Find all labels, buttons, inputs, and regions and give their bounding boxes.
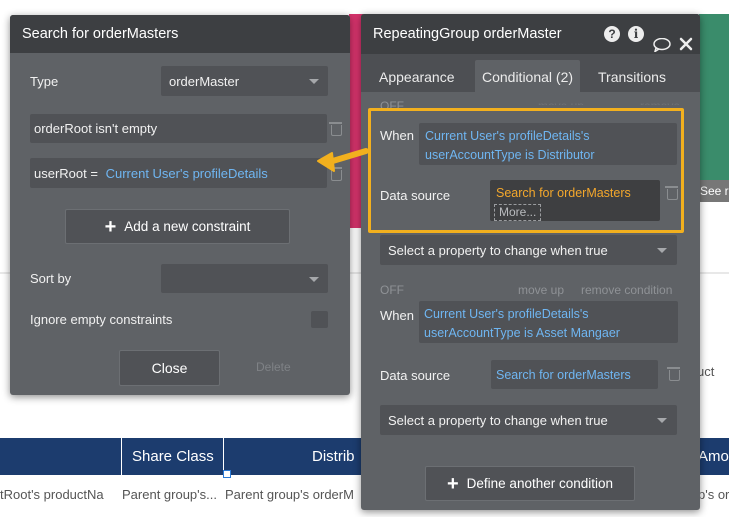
condition-1-data-source-field[interactable]: Search for orderMasters More... (490, 180, 660, 221)
trash-icon[interactable] (667, 367, 680, 381)
type-dropdown[interactable]: orderMaster (161, 66, 328, 96)
type-label: Type (30, 74, 59, 89)
condition-1-property-dropdown[interactable]: Select a property to change when true (380, 235, 677, 265)
chevron-down-icon (657, 418, 667, 423)
plus-icon: + (446, 473, 459, 495)
table-cell: Parent group's orderM (225, 487, 354, 502)
column-header-amount[interactable]: Amou (698, 438, 729, 475)
add-constraint-button[interactable]: + Add a new constraint (65, 209, 290, 244)
condition-1-data-source-label: Data source (380, 188, 451, 203)
condition-2-property-dropdown[interactable]: Select a property to change when true (380, 405, 677, 435)
constraint-1-text: orderRoot isn't empty (34, 121, 158, 136)
tab-appearance[interactable]: Appearance (379, 54, 455, 90)
condition-1-when-label: When (380, 128, 414, 143)
constraint-2-key: userRoot = (34, 166, 98, 181)
help-icon[interactable]: ? (604, 26, 620, 42)
condition-2-property-text: Select a property to change when true (388, 413, 608, 428)
chevron-down-icon (309, 79, 319, 84)
tab-transitions[interactable]: Transitions (598, 54, 666, 90)
delete-button[interactable]: Delete (256, 360, 291, 374)
condition-1-move-up[interactable]: move up (538, 99, 584, 105)
chevron-down-icon (309, 277, 319, 282)
condition-2-when-text: Current User's profileDetails's userAcco… (424, 307, 620, 340)
column-header-distributor[interactable]: Distrib (223, 438, 363, 475)
selection-handle[interactable] (223, 470, 231, 478)
table-cell: p's or (698, 487, 729, 502)
search-panel-title[interactable]: Search for orderMasters (10, 15, 350, 53)
trash-icon[interactable] (665, 186, 678, 200)
info-icon[interactable]: i (628, 26, 644, 42)
tab-conditional[interactable]: Conditional (2) (475, 60, 580, 92)
condition-2-off[interactable]: OFF (380, 283, 404, 297)
sort-by-label: Sort by (30, 271, 72, 286)
condition-1-data-source-value: Search for orderMasters (496, 186, 631, 200)
sort-by-dropdown[interactable] (161, 264, 328, 293)
background-teal-element (699, 14, 729, 199)
plus-icon: + (104, 216, 117, 238)
condition-1-highlight: When Current User's profileDetails's use… (368, 108, 684, 233)
condition-1-remove[interactable]: remove condition (640, 99, 729, 105)
condition-2-remove[interactable]: remove condition (581, 283, 672, 297)
search-panel: Search for orderMasters Type orderMaster… (10, 15, 350, 395)
condition-2-data-source-value: Search for orderMasters (496, 368, 631, 382)
ignore-empty-checkbox[interactable] (311, 311, 328, 328)
condition-1-when-expression[interactable]: Current User's profileDetails's userAcco… (419, 123, 677, 165)
arrow-pointer-icon (317, 148, 369, 172)
condition-1-when-text: Current User's profileDetails's userAcco… (425, 129, 595, 162)
condition-2-when-label: When (380, 308, 414, 323)
condition-2-when-expression[interactable]: Current User's profileDetails's userAcco… (419, 301, 678, 343)
chevron-down-icon (657, 248, 667, 253)
type-value: orderMaster (169, 74, 240, 89)
constraint-row-2[interactable]: userRoot = Current User's profileDetails (30, 158, 327, 188)
condition-2-move-up[interactable]: move up (518, 283, 564, 297)
repeating-group-panel: RepeatingGroup orderMaster ? i Appearanc… (361, 14, 700, 510)
more-button[interactable]: More... (494, 204, 542, 221)
constraint-row-1[interactable]: orderRoot isn't empty (30, 114, 327, 143)
define-condition-button[interactable]: + Define another condition (425, 466, 635, 501)
rg-panel-title[interactable]: RepeatingGroup orderMaster ? i (361, 14, 700, 54)
trash-icon[interactable] (329, 122, 342, 136)
column-header-share-class[interactable]: Share Class (121, 438, 223, 475)
table-cell: Parent group's... (122, 487, 217, 502)
condition-2-data-source-field[interactable]: Search for orderMasters (491, 360, 658, 389)
condition-2-data-source-label: Data source (380, 368, 451, 383)
table-cell: tRoot's productNa (0, 487, 104, 502)
close-button[interactable]: Close (119, 350, 220, 386)
ignore-empty-label: Ignore empty constraints (30, 312, 173, 327)
constraint-2-value[interactable]: Current User's profileDetails (106, 166, 268, 181)
condition-1-property-text: Select a property to change when true (388, 243, 608, 258)
tab-bar: Appearance Conditional (2) Transitions (361, 54, 700, 92)
